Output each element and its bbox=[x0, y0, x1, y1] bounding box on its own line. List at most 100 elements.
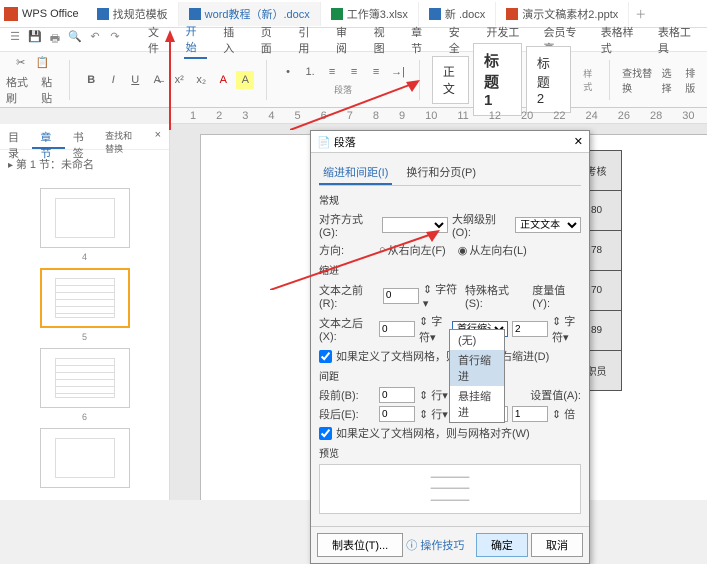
undo-icon[interactable]: ↶ bbox=[88, 30, 102, 49]
page-thumbnail-selected[interactable] bbox=[40, 268, 130, 328]
dropdown-option-hang[interactable]: 悬挂缩进 bbox=[450, 386, 504, 422]
cut-icon[interactable]: ✂ bbox=[12, 54, 30, 72]
spafter-label: 段后(E): bbox=[319, 406, 375, 422]
dialog-tab-page[interactable]: 换行和分页(P) bbox=[402, 161, 480, 185]
section-general: 常规 bbox=[319, 192, 581, 207]
thumbnail-list[interactable]: 4 5 6 bbox=[0, 178, 169, 500]
menu-bar: ☰ 💾 🖶 🔍 ↶ ↷ 文件 开始 插入 页面 引用 审阅 视图 章节 安全 开… bbox=[0, 28, 707, 52]
dropdown-option-none[interactable]: (无) bbox=[450, 330, 504, 350]
align-left-icon[interactable]: ≡ bbox=[323, 63, 341, 81]
page-thumbnail[interactable] bbox=[40, 188, 130, 248]
cancel-button[interactable]: 取消 bbox=[531, 533, 583, 557]
outline-label: 大纲级别(O): bbox=[452, 211, 511, 239]
align-label: 对齐方式(G): bbox=[319, 211, 378, 239]
before-input[interactable] bbox=[383, 288, 419, 304]
underline-icon[interactable]: U bbox=[126, 71, 144, 89]
radio-rtl[interactable]: ○ 从右向左(F) bbox=[379, 242, 446, 258]
metric-input[interactable] bbox=[512, 321, 548, 337]
align-right-icon[interactable]: ≡ bbox=[367, 63, 385, 81]
ok-button[interactable]: 确定 bbox=[476, 533, 528, 557]
ppt-icon bbox=[506, 8, 518, 20]
redo-icon[interactable]: ↷ bbox=[108, 30, 122, 49]
gridalign-label: 如果定义了文档网格，则与网格对齐(W) bbox=[336, 425, 530, 441]
menu-view[interactable]: 视图 bbox=[372, 22, 396, 58]
paste-button[interactable]: 粘贴 bbox=[41, 74, 57, 106]
copy-icon[interactable]: 📋 bbox=[34, 54, 52, 72]
after-label: 文本之后(X): bbox=[319, 315, 375, 343]
sheet-icon bbox=[331, 8, 343, 20]
nav-tab-find[interactable]: 查找和替换 bbox=[97, 124, 146, 149]
direction-label: 方向: bbox=[319, 242, 375, 258]
super-icon[interactable]: x² bbox=[170, 71, 188, 89]
section-label[interactable]: ▸ 第 1 节：未命名 bbox=[0, 150, 169, 178]
group-label-style: 样式 bbox=[583, 67, 597, 93]
tab-label: 工作簿3.xlsx bbox=[347, 6, 408, 22]
clipboard-group: ✂📋 格式刷 粘贴 bbox=[6, 54, 57, 106]
indent-icon[interactable]: →| bbox=[389, 63, 407, 81]
nav-tab-bookmark[interactable]: 书签 bbox=[65, 124, 97, 149]
section-indent: 缩进 bbox=[319, 262, 581, 277]
menu-tablefmt[interactable]: 表格样式 bbox=[599, 22, 642, 58]
thumb-number: 5 bbox=[0, 332, 169, 342]
nav-close-icon[interactable]: × bbox=[147, 124, 169, 149]
menu-tabletool[interactable]: 表格工具 bbox=[656, 22, 699, 58]
menu-home[interactable]: 开始 bbox=[184, 21, 208, 59]
after-input[interactable] bbox=[379, 321, 415, 337]
highlight-icon[interactable]: A bbox=[236, 71, 254, 89]
font-color-icon[interactable]: A bbox=[214, 71, 232, 89]
align-select[interactable] bbox=[382, 217, 448, 233]
tabs-button[interactable]: 制表位(T)... bbox=[317, 533, 403, 557]
menu-ref[interactable]: 引用 bbox=[296, 22, 320, 58]
page-thumbnail[interactable] bbox=[40, 348, 130, 408]
format-painter[interactable]: 格式刷 bbox=[6, 74, 31, 106]
bold-icon[interactable]: B bbox=[82, 71, 100, 89]
sub-icon[interactable]: x₂ bbox=[192, 71, 210, 89]
spafter-input[interactable] bbox=[379, 406, 415, 422]
nav-tab-chapter[interactable]: 章节 bbox=[32, 124, 64, 149]
menu-section[interactable]: 章节 bbox=[409, 22, 433, 58]
dropdown-option-first[interactable]: 首行缩进 bbox=[450, 350, 504, 386]
italic-icon[interactable]: I bbox=[104, 71, 122, 89]
select-button[interactable]: 选择 bbox=[662, 65, 678, 95]
menu-insert[interactable]: 插入 bbox=[221, 22, 245, 58]
page-thumbnail[interactable] bbox=[40, 428, 130, 488]
tab-label: word教程（新）.docx bbox=[205, 6, 310, 22]
tips-link[interactable]: ⓘ 操作技巧 bbox=[406, 540, 464, 552]
word-icon bbox=[189, 8, 201, 20]
menu-file[interactable]: 文件 bbox=[146, 22, 170, 58]
spbefore-input[interactable] bbox=[379, 387, 415, 403]
metric-label: 度量值(Y): bbox=[532, 282, 581, 310]
style-h1[interactable]: 标题 1 bbox=[473, 43, 522, 116]
style-h2[interactable]: 标题 2 bbox=[526, 46, 571, 113]
add-tab-button[interactable]: ＋ bbox=[635, 6, 646, 22]
autoindent-checkbox[interactable] bbox=[319, 350, 332, 363]
outline-select[interactable]: 正文文本 bbox=[515, 217, 581, 233]
align-center-icon[interactable]: ≡ bbox=[345, 63, 363, 81]
find-replace[interactable]: 查找替换 bbox=[622, 65, 653, 95]
nav-tab-outline[interactable]: 目录 bbox=[0, 124, 32, 149]
dialog-tab-indent[interactable]: 缩进和间距(I) bbox=[319, 161, 392, 185]
number-list-icon[interactable]: 1. bbox=[301, 63, 319, 81]
setat-label: 设置值(A): bbox=[530, 387, 581, 403]
setat-input[interactable] bbox=[512, 406, 548, 422]
gridalign-checkbox[interactable] bbox=[319, 427, 332, 440]
thumb-number: 6 bbox=[0, 412, 169, 422]
special-label: 特殊格式(S): bbox=[465, 282, 524, 310]
layout-button[interactable]: 排版 bbox=[685, 65, 701, 95]
font-group: B I U A̶ x² x₂ A A bbox=[82, 71, 254, 89]
menu-page[interactable]: 页面 bbox=[259, 22, 283, 58]
wps-logo-icon bbox=[4, 7, 18, 21]
print-icon[interactable]: 🖶 bbox=[48, 30, 62, 49]
style-body[interactable]: 正文 bbox=[432, 56, 469, 104]
bullet-list-icon[interactable]: • bbox=[279, 63, 297, 81]
dialog-titlebar[interactable]: 📄 段落 ✕ bbox=[311, 131, 589, 153]
close-icon[interactable]: ✕ bbox=[574, 135, 583, 148]
save-icon[interactable]: 💾 bbox=[28, 30, 42, 49]
special-dropdown[interactable]: (无) 首行缩进 悬挂缩进 bbox=[449, 329, 505, 423]
preview-icon[interactable]: 🔍 bbox=[68, 30, 82, 49]
menu-review[interactable]: 审阅 bbox=[334, 22, 358, 58]
menu-icon[interactable]: ☰ bbox=[8, 30, 22, 49]
radio-ltr[interactable]: ◉ 从左向右(L) bbox=[458, 242, 527, 258]
word-icon bbox=[97, 8, 109, 20]
strike-icon[interactable]: A̶ bbox=[148, 71, 166, 89]
